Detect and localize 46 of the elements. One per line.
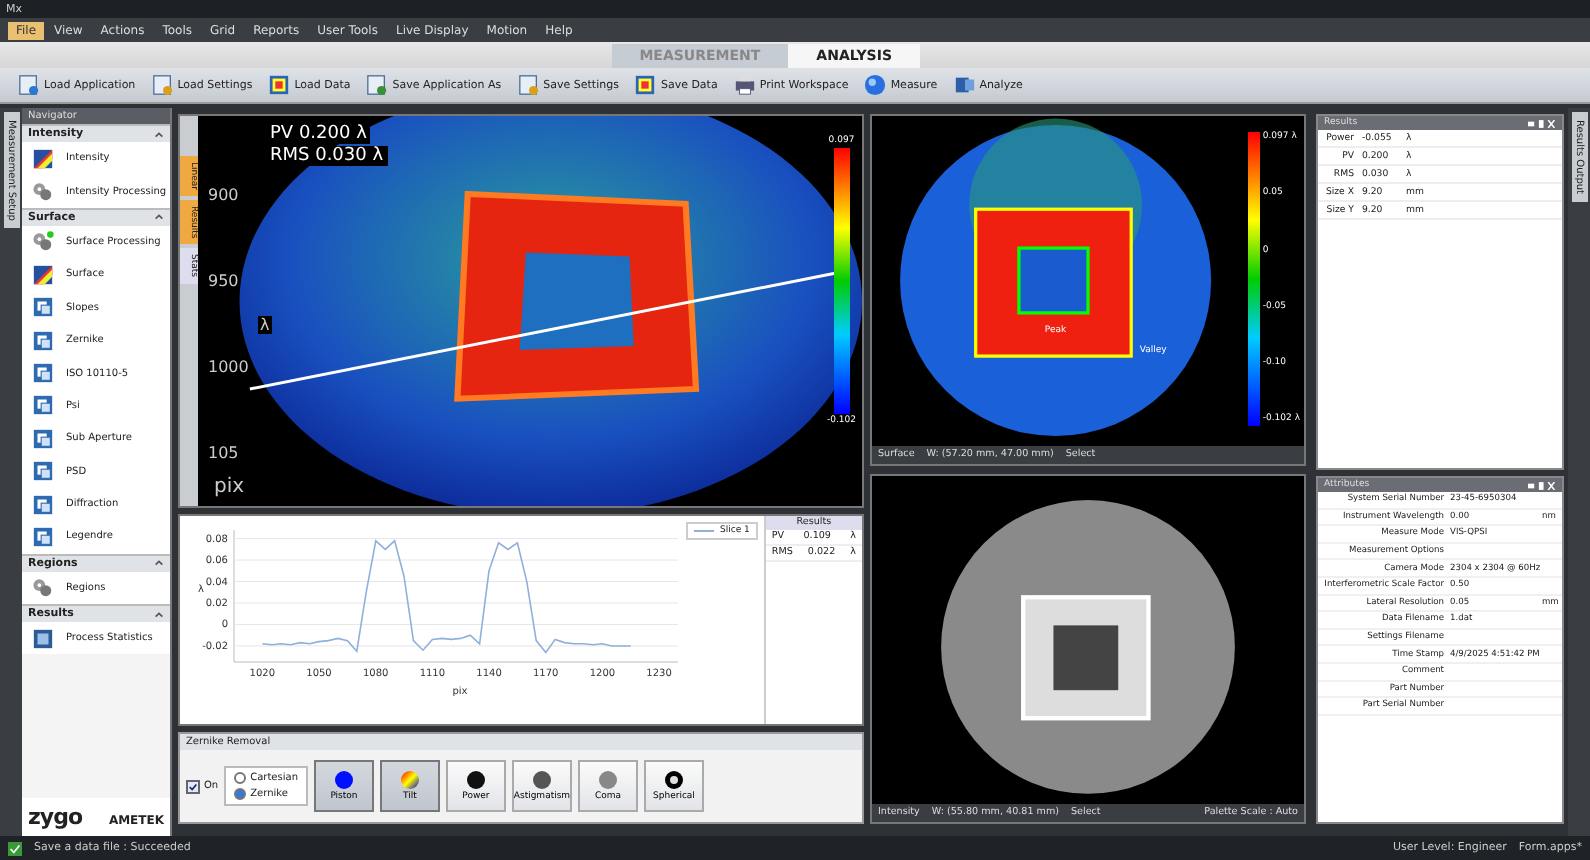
chart-doc-icon xyxy=(32,329,54,352)
gears-icon xyxy=(32,576,54,599)
printer-icon xyxy=(733,74,756,96)
axis-label: 1000 xyxy=(206,357,251,376)
chevron-icon xyxy=(154,212,164,223)
axis-label: 950 xyxy=(206,272,241,290)
axis-label: 900 xyxy=(206,186,241,205)
chart-doc-icon xyxy=(32,493,54,516)
sheet-icon xyxy=(32,627,54,650)
chart-doc-icon xyxy=(32,296,54,319)
chart-doc-icon xyxy=(32,460,54,483)
chevron-icon xyxy=(154,558,164,569)
gears-icon xyxy=(32,180,54,203)
gears-icon xyxy=(32,230,54,253)
chevron-icon xyxy=(154,609,164,620)
term-icon xyxy=(663,770,684,790)
success-icon xyxy=(8,841,22,855)
chart-doc-icon xyxy=(32,362,54,385)
panel-controls-icon xyxy=(1528,481,1556,489)
color-map-icon xyxy=(32,263,54,286)
document-icon xyxy=(517,74,540,96)
document-icon xyxy=(151,74,174,96)
rms-value: RMS 0.030 λ xyxy=(266,146,388,166)
document-icon xyxy=(18,74,40,96)
panel-controls-icon xyxy=(1528,119,1556,127)
axis-label: 105 xyxy=(206,443,241,462)
term-icon xyxy=(465,770,486,790)
document-icon xyxy=(366,74,389,96)
color-map-icon xyxy=(32,147,54,170)
axis-unit: λ xyxy=(258,316,272,334)
chart-doc-icon xyxy=(32,394,54,417)
chevron-icon xyxy=(154,129,164,139)
term-icon xyxy=(399,770,420,790)
term-icon xyxy=(531,770,552,790)
brand-logo: zygo xyxy=(28,804,83,830)
term-icon xyxy=(333,770,354,790)
term-icon xyxy=(597,770,618,790)
checkbox[interactable] xyxy=(186,779,200,793)
data-icon xyxy=(268,74,291,96)
chart-doc-icon xyxy=(32,427,54,450)
globe-icon xyxy=(864,74,887,96)
axis-unit: pix xyxy=(214,476,245,498)
chart-doc-icon xyxy=(32,525,54,548)
data-icon xyxy=(634,74,657,96)
check-icon xyxy=(188,781,198,791)
pv-value: PV 0.200 λ xyxy=(266,124,371,144)
